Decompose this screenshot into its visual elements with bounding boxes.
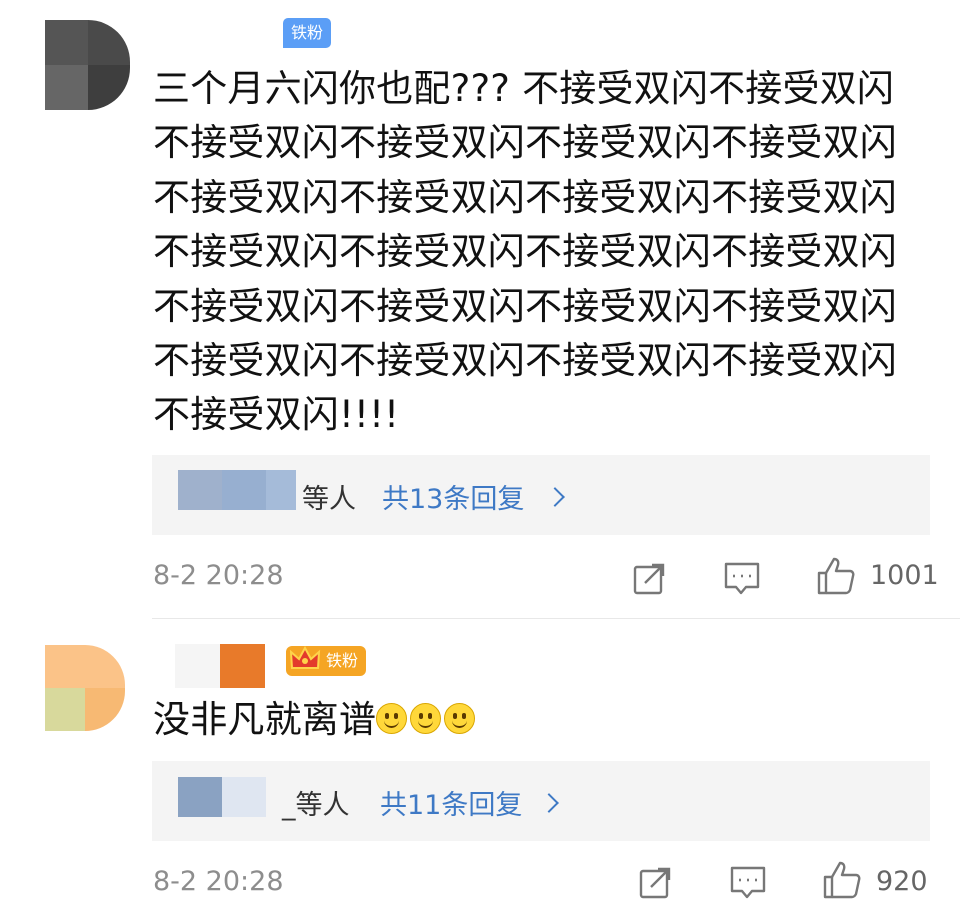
- share-icon[interactable]: [630, 558, 670, 598]
- fan-badge-label: 铁粉: [326, 651, 359, 670]
- comment-icon[interactable]: [722, 558, 762, 598]
- timestamp: 8-2 20:28: [153, 560, 284, 591]
- reply-count-link[interactable]: 共13条回复: [382, 477, 524, 516]
- comment-text: 三个月六闪你也配??? 不接受双闪不接受双闪不接受双闪不接受双闪不接受双闪不接受…: [153, 67, 897, 437]
- comment-item: 铁粉 三个月六闪你也配??? 不接受双闪不接受双闪不接受双闪不接受双闪不接受双闪…: [0, 0, 960, 618]
- blurred-username: [178, 777, 222, 817]
- like-count: 920: [876, 866, 928, 897]
- blurred-username: [220, 644, 265, 688]
- blurred-username: [175, 644, 220, 688]
- reply-authors-suffix: _等人: [282, 790, 350, 821]
- comment-item: 铁粉 没非凡就离谱 _等人 共11条回复 8-2 20:28 920: [0, 618, 960, 909]
- comment-text: 没非凡就离谱: [153, 693, 921, 747]
- like-icon[interactable]: [816, 556, 856, 596]
- blurred-username: [222, 470, 266, 510]
- comment-icon[interactable]: [728, 862, 768, 902]
- smile-emoji-icon: [376, 703, 408, 734]
- avatar[interactable]: [45, 20, 130, 110]
- reply-summary[interactable]: 等人 共13条回复: [152, 455, 930, 535]
- reply-count-link[interactable]: 共11条回复: [380, 783, 522, 822]
- chevron-right-icon: [539, 793, 559, 813]
- blurred-username: [178, 470, 222, 510]
- blurred-username: [266, 470, 296, 510]
- share-icon[interactable]: [636, 862, 676, 902]
- comment-text-content: 没非凡就离谱: [153, 698, 377, 741]
- smile-emoji-icon: [444, 703, 476, 734]
- avatar[interactable]: [45, 645, 125, 731]
- blurred-username: [222, 777, 266, 817]
- chevron-right-icon: [545, 487, 565, 507]
- fan-badge: 铁粉: [283, 18, 332, 48]
- timestamp: 8-2 20:28: [153, 866, 284, 897]
- like-icon[interactable]: [822, 860, 862, 900]
- fan-badge-gold: 铁粉: [286, 645, 367, 676]
- crown-icon: [289, 645, 321, 669]
- reply-authors-suffix: 等人: [302, 484, 356, 515]
- like-count: 1001: [870, 560, 939, 591]
- reply-summary[interactable]: _等人 共11条回复: [152, 761, 930, 841]
- smile-emoji-icon: [410, 703, 442, 734]
